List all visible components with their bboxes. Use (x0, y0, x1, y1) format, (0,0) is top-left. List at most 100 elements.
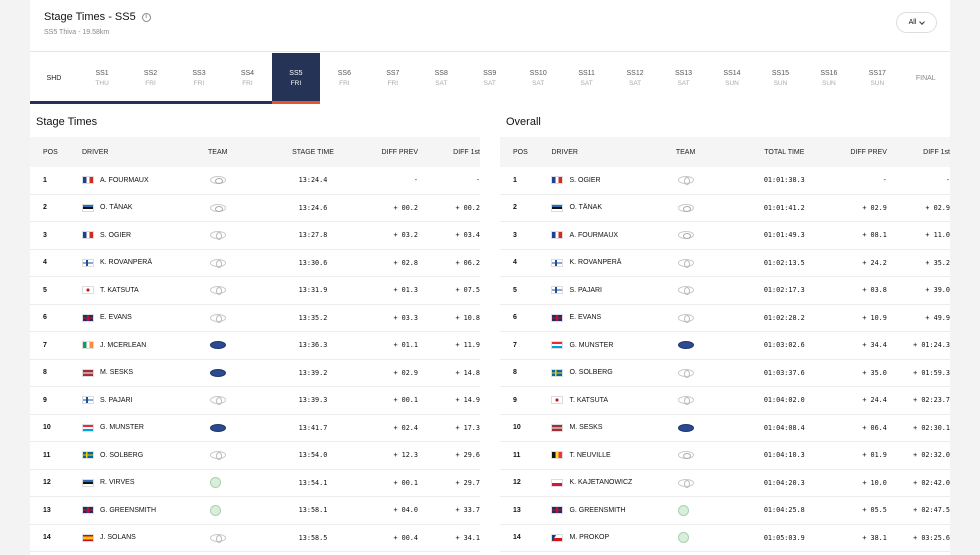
diff-first-cell: + 03.4 (455, 231, 480, 240)
col-pos: POS (513, 148, 528, 156)
stage-tab-ss9[interactable]: SS9 SAT (465, 53, 513, 104)
diff-prev-cell: + 06.4 (862, 423, 887, 432)
stage-tab-ss17[interactable]: SS17 SUN (853, 53, 901, 104)
stage-tab-day: FRI (242, 80, 253, 87)
table-row[interactable]: 14 J. SOLANS 13:58.5 + 00.4 + 34.1 (30, 525, 480, 552)
driver-cell: O. TÄNAK (82, 203, 200, 212)
col-team: TEAM (675, 148, 696, 156)
table-row[interactable]: 10 G. MUNSTER 13:41.7 + 02.4 + 17.3 (30, 415, 480, 442)
table-row[interactable]: 13 G. GREENSMITH 13:58.1 + 04.0 + 33.7 (30, 497, 480, 525)
diff-prev-cell: + 08.1 (862, 231, 887, 240)
stage-tab-ss12[interactable]: SS12 SAT (611, 53, 659, 104)
table-row[interactable]: 2 O. TÄNAK 01:01:41.2 + 02.9 + 02.9 (500, 195, 950, 222)
team-cell (200, 286, 276, 296)
flag-jp-icon (551, 396, 564, 405)
driver-name: G. GREENSMITH (569, 506, 626, 514)
table-row[interactable]: 1 A. FOURMAUX 13:24.4 - - (30, 167, 480, 195)
stage-tab-ss10[interactable]: SS10 SAT (514, 53, 562, 104)
table-row[interactable]: 8 O. SOLBERG 01:03:37.6 + 35.0 + 01:59.3 (500, 360, 950, 387)
flag-be-icon (551, 451, 564, 460)
driver-cell: M. SESKS (82, 368, 200, 377)
stage-tab-code: SS8 (434, 70, 448, 77)
stage-tab-code: SS4 (240, 70, 255, 77)
table-row[interactable]: 6 E. EVANS 01:02:28.2 + 10.9 + 49.9 (500, 305, 950, 332)
flag-jp-icon (82, 286, 94, 295)
table-row[interactable]: 6 E. EVANS 13:35.2 + 03.3 + 10.8 (30, 305, 480, 332)
overall-panel: Overall POS DRIVER TEAM TOTAL TIME DIFF … (500, 106, 950, 552)
stage-tab-ss11[interactable]: SS11 SAT (562, 53, 610, 104)
team-cell (668, 396, 743, 406)
team-cell (668, 532, 743, 544)
team-cell (200, 533, 276, 543)
team-cell (200, 477, 276, 489)
table-row[interactable]: 12 R. VIRVES 13:54.1 + 00.1 + 29.7 (30, 470, 480, 497)
stage-tab-ss4[interactable]: SS4 FRI (223, 53, 271, 104)
diff-first-cell: + 29.7 (455, 478, 480, 487)
position-cell: 14 (43, 534, 51, 542)
table-row[interactable]: 5 T. KATSUTA 13:31.9 + 01.3 + 07.5 (30, 277, 480, 305)
stage-tab-day: SUN (725, 80, 739, 87)
stage-tab-code: SS3 (192, 70, 206, 77)
time-cell: 01:02:17.3 (763, 286, 805, 295)
stage-tab-ss14[interactable]: SS14 SUN (708, 53, 756, 104)
position-cell: 9 (43, 396, 47, 404)
flag-fi-icon (551, 258, 564, 267)
table-row[interactable]: 3 A. FOURMAUX 01:01:49.3 + 08.1 + 11.0 (500, 222, 950, 250)
flag-fi-icon (82, 258, 94, 267)
filter-dropdown[interactable]: All (896, 12, 937, 33)
diff-prev-cell: + 04.0 (393, 506, 418, 515)
table-row[interactable]: 12 K. KAJETANOWICZ 01:04:20.3 + 10.0 + 02:42… (500, 470, 950, 497)
team-cell (200, 504, 276, 516)
table-row[interactable]: 13 G. GREENSMITH 01:04:25.8 + 05.5 + 02:47.5 (500, 497, 950, 525)
team-cell (668, 451, 743, 460)
driver-cell: J. SOLANS (82, 533, 200, 542)
driver-cell: G. GREENSMITH (551, 506, 667, 515)
diff-first-cell: + 11.9 (455, 341, 480, 350)
flag-lv-icon (82, 368, 94, 377)
stage-subtitle: SS5 Thiva - 19.58km (44, 29, 110, 36)
stage-tab-ss1[interactable]: SS1 THU (78, 53, 126, 104)
team-cell (200, 313, 276, 323)
position-cell: 5 (43, 286, 47, 294)
table-row[interactable]: 2 O. TÄNAK 13:24.6 + 00.2 + 00.2 (30, 195, 480, 222)
table-row[interactable]: 7 G. MUNSTER 01:03:02.6 + 34.4 + 01:24.3 (500, 332, 950, 360)
driver-name: G. MUNSTER (569, 341, 614, 349)
time-cell: 13:30.6 (298, 258, 328, 267)
driver-name: J. SOLANS (100, 534, 136, 542)
table-row[interactable]: 14 M. PROKOP 01:05:03.9 + 38.1 + 03:25.6 (500, 525, 950, 552)
diff-first-cell: + 00.2 (455, 203, 480, 212)
table-row[interactable]: 4 K. ROVANPERÄ 01:02:13.5 + 24.2 + 35.2 (500, 250, 950, 277)
time-cell: 13:27.8 (298, 231, 328, 240)
table-row[interactable]: 10 M. SESKS 01:04:08.4 + 06.4 + 02:30.1 (500, 415, 950, 442)
stage-tab-ss5[interactable]: SS5 FRI (271, 53, 321, 104)
diff-prev-cell: + 12.3 (393, 451, 418, 460)
stage-tab-ss2[interactable]: SS2 FRI (126, 53, 174, 104)
stage-tab-ss3[interactable]: SS3 FRI (175, 53, 223, 104)
stage-tab-ss16[interactable]: SS16 SUN (805, 53, 853, 104)
stage-tab-ss6[interactable]: SS6 FRI (320, 53, 368, 104)
stage-tab-ss15[interactable]: SS15 SUN (756, 53, 804, 104)
info-icon[interactable]: i (141, 12, 151, 22)
table-row[interactable]: 11 T. NEUVILLE 01:04:10.3 + 01.9 + 02:32.0 (500, 442, 950, 470)
table-row[interactable]: 7 J. MCERLEAN 13:36.3 + 01.1 + 11.9 (30, 332, 480, 360)
table-row[interactable]: 8 M. SESKS 13:39.2 + 02.9 + 14.8 (30, 360, 480, 387)
table-row[interactable]: 4 K. ROVANPERÄ 13:30.6 + 02.8 + 06.2 (30, 250, 480, 277)
driver-cell: K. KAJETANOWICZ (551, 478, 667, 487)
diff-prev-cell: + 35.0 (862, 368, 887, 377)
driver-name: O. TÄNAK (100, 204, 133, 212)
toyota-logo-icon (210, 533, 226, 543)
table-row[interactable]: 1 S. OGIER 01:01:38.3 - - (500, 167, 950, 195)
table-row[interactable]: 9 S. PAJARI 13:39.3 + 00.1 + 14.9 (30, 387, 480, 415)
table-row[interactable]: 5 S. PAJARI 01:02:17.3 + 03.8 + 39.0 (500, 277, 950, 305)
flag-lu-icon (82, 423, 94, 432)
table-row[interactable]: 9 T. KATSUTA 01:04:02.0 + 24.4 + 02:23.7 (500, 387, 950, 415)
stage-tab-ss13[interactable]: SS13 SAT (659, 53, 707, 104)
table-row[interactable]: 3 S. OGIER 13:27.8 + 03.2 + 03.4 (30, 222, 480, 250)
stage-tab-shd[interactable]: SHD (30, 53, 78, 104)
driver-cell: T. KATSUTA (551, 396, 667, 405)
stage-tab-ss8[interactable]: SS8 SAT (417, 53, 465, 104)
col-driver: DRIVER (82, 148, 109, 156)
stage-tab-ss7[interactable]: SS7 FRI (369, 53, 417, 104)
stage-tab-final[interactable]: FINAL (902, 53, 950, 104)
table-row[interactable]: 11 O. SOLBERG 13:54.0 + 12.3 + 29.6 (30, 442, 480, 470)
